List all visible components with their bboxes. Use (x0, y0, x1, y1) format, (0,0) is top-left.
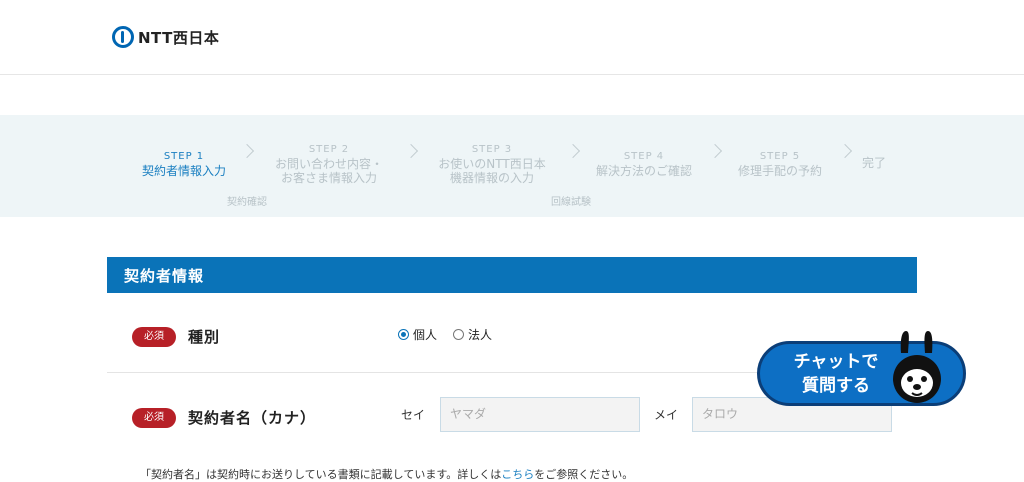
type-radio-group: 個人 法人 (398, 326, 508, 343)
contract-name-note: 「契約者名」は契約時にお送りしている書類に記載しています。詳しくはこちらをご参照… (140, 466, 633, 482)
sei-input[interactable]: ヤマダ (440, 397, 640, 432)
step-number: STEP 5 (759, 151, 801, 162)
step-number: STEP 2 (308, 144, 350, 155)
logo-text: NTT西日本 (138, 28, 220, 47)
step-number: STEP 1 (163, 151, 205, 162)
sub-label-line-test: 回線試験 (551, 197, 591, 208)
required-badge: 必須 (132, 326, 176, 347)
section-title: 契約者情報 (107, 257, 917, 293)
step-label: 修理手配の予約 (737, 164, 822, 178)
radio-corporate-label[interactable]: 法人 (468, 326, 492, 343)
sub-label-contract-check: 契約確認 (227, 197, 267, 208)
step-label: 完了 (861, 156, 886, 170)
type-label: 種別 (188, 328, 221, 346)
name-row-label: 必須 契約者名（カナ） (132, 407, 316, 428)
step-number: STEP 3 (471, 144, 513, 155)
ntt-logo-icon (112, 26, 134, 48)
step-1: STEP 1 契約者情報入力 (134, 150, 234, 178)
radio-individual-label[interactable]: 個人 (413, 326, 437, 343)
step-5: STEP 5 修理手配の予約 (730, 150, 830, 178)
rabbit-mascot-icon[interactable] (888, 327, 946, 407)
step-label: 解決方法のご確認 (595, 164, 692, 178)
type-row-label: 必須 種別 (132, 326, 220, 347)
chat-button-label: チャットで 質問する (780, 350, 892, 398)
sei-caption: セイ (401, 408, 426, 422)
step-label: お使いのNTT西日本 (438, 157, 546, 171)
required-badge: 必須 (132, 407, 176, 428)
radio-individual[interactable] (398, 329, 409, 340)
step-complete: 完了 (858, 156, 890, 170)
step-2: STEP 2 お問い合わせ内容・ お客さま情報入力 (266, 143, 392, 185)
radio-corporate[interactable] (453, 329, 465, 340)
name-label: 契約者名（カナ） (188, 409, 317, 427)
step-label: お問い合わせ内容・ (274, 157, 383, 171)
step-label-line2: 機器情報の入力 (449, 171, 534, 185)
step-number: STEP 4 (623, 151, 665, 162)
step-3: STEP 3 お使いのNTT西日本 機器情報の入力 (427, 143, 557, 185)
chat-line1: チャットで (793, 352, 879, 372)
step-label: 契約者情報入力 (141, 164, 226, 178)
mei-caption: メイ (654, 408, 679, 422)
note-text-end: をご参照ください。 (534, 468, 634, 481)
step-label-line2: お客さま情報入力 (280, 171, 377, 185)
step-4: STEP 4 解決方法のご確認 (587, 150, 701, 178)
chat-line2: 質問する (802, 376, 870, 396)
ntt-logo[interactable]: NTT西日本 (112, 26, 219, 48)
note-text: 「契約者名」は契約時にお送りしている書類に記載しています。詳しくは (140, 468, 502, 481)
site-header: NTT西日本 (0, 0, 1024, 75)
note-link[interactable]: こちら (501, 468, 534, 481)
